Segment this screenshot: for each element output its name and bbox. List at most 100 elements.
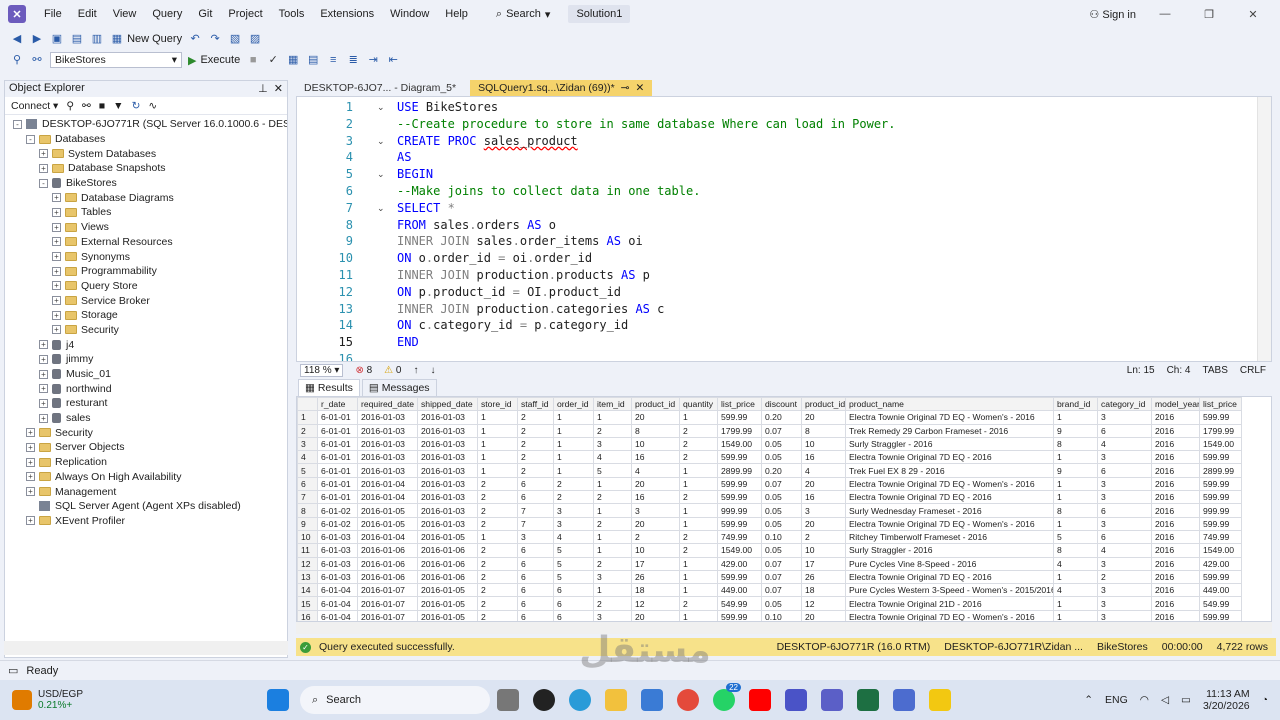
table-row[interactable]: 13 6-01-03 2016-01-06 2016-01-06 2 6 5 3 26 1 599.… bbox=[297, 569, 1242, 585]
table-cell[interactable]: 0.05 bbox=[761, 450, 802, 465]
table-row[interactable]: 12 6-01-03 2016-01-06 2016-01-06 2 6 5 2 17 1 429.… bbox=[297, 556, 1242, 571]
table-cell[interactable]: 1 bbox=[1053, 596, 1098, 611]
code-line[interactable]: --Create procedure to store in same data… bbox=[397, 117, 896, 131]
table-cell[interactable]: 2016-01-03 bbox=[357, 450, 418, 465]
tree-node[interactable]: + Music_01 bbox=[5, 367, 287, 382]
table-cell[interactable]: 2016-01-03 bbox=[417, 436, 478, 452]
table-cell[interactable]: 1 bbox=[477, 436, 518, 452]
filter-icon[interactable]: ▼ bbox=[113, 100, 123, 112]
clock[interactable]: 11:13 AM 3/20/2026 bbox=[1203, 688, 1250, 712]
table-cell[interactable]: 4 bbox=[631, 463, 680, 478]
row-number[interactable]: 9 bbox=[297, 516, 318, 531]
tab-sqlquery1[interactable]: SQLQuery1.sq...\Zidan (69))* ⊸ ✕ bbox=[470, 80, 653, 96]
collapse-icon[interactable]: - bbox=[39, 178, 48, 188]
column-header[interactable]: product_id bbox=[801, 397, 846, 412]
connect-icon[interactable]: ⚲ bbox=[10, 53, 24, 67]
expand-icon[interactable]: + bbox=[52, 310, 61, 320]
table-cell[interactable]: 2 bbox=[631, 529, 680, 545]
row-number[interactable]: 11 bbox=[297, 543, 318, 558]
table-cell[interactable]: 2899.99 bbox=[1199, 463, 1242, 478]
column-header[interactable]: product_name bbox=[845, 397, 1054, 412]
table-cell[interactable]: 3 bbox=[517, 529, 554, 545]
table-cell[interactable]: 6-01-01 bbox=[317, 423, 358, 438]
menu-extensions[interactable]: Extensions bbox=[312, 8, 382, 20]
expand-icon[interactable]: + bbox=[39, 340, 48, 350]
stock-widget[interactable]: USD/EGP 0.21%+ bbox=[0, 689, 260, 711]
results-text-icon[interactable]: ▤ bbox=[306, 53, 320, 67]
table-cell[interactable]: 2016-01-05 bbox=[417, 583, 478, 598]
tree-node[interactable]: - BikeStores bbox=[5, 176, 287, 191]
table-cell[interactable]: Electra Townie Original 7D EQ - 2016 bbox=[845, 450, 1054, 465]
redo-icon[interactable]: ↷ bbox=[208, 32, 222, 46]
table-cell[interactable]: 449.00 bbox=[1199, 583, 1242, 598]
table-cell[interactable]: 0.07 bbox=[761, 423, 802, 438]
row-number[interactable]: 10 bbox=[297, 529, 318, 545]
table-cell[interactable]: 9 bbox=[1053, 423, 1098, 438]
table-cell[interactable]: 1 bbox=[553, 436, 594, 452]
notification-icon[interactable]: ◔ bbox=[1262, 694, 1268, 706]
table-cell[interactable]: 0.07 bbox=[761, 556, 802, 571]
table-cell[interactable]: 3 bbox=[1097, 596, 1152, 611]
code-line[interactable]: SELECT * bbox=[397, 201, 455, 215]
row-number[interactable]: 1 bbox=[297, 410, 318, 425]
table-cell[interactable]: 20 bbox=[801, 410, 846, 425]
table-row[interactable]: 6 6-01-01 2016-01-04 2016-01-03 2 6 2 1 20 1 599.9… bbox=[297, 476, 1242, 492]
table-cell[interactable]: 2016 bbox=[1151, 423, 1200, 438]
down-arrow-icon[interactable]: ↓ bbox=[430, 365, 435, 376]
column-header[interactable]: item_id bbox=[593, 397, 632, 412]
table-cell[interactable]: 2 bbox=[477, 556, 518, 571]
table-cell[interactable]: 6 bbox=[517, 596, 554, 611]
menu-edit[interactable]: Edit bbox=[70, 8, 105, 20]
row-number[interactable]: 5 bbox=[297, 463, 318, 478]
table-cell[interactable]: 16 bbox=[801, 490, 846, 505]
table-cell[interactable]: 1549.00 bbox=[717, 543, 762, 558]
column-header[interactable]: list_price bbox=[717, 397, 762, 412]
tree-node[interactable]: + Server Objects bbox=[5, 440, 287, 455]
ssms-icon[interactable] bbox=[893, 689, 915, 711]
table-cell[interactable]: 2016-01-06 bbox=[357, 543, 418, 558]
table-cell[interactable]: 2016-01-03 bbox=[417, 516, 478, 531]
results-grid[interactable]: r_date required_date shipped_date store_id s… bbox=[296, 396, 1272, 622]
table-cell[interactable]: 10 bbox=[801, 436, 846, 452]
collapse-icon[interactable]: - bbox=[13, 119, 22, 129]
table-cell[interactable]: 5 bbox=[593, 463, 632, 478]
chrome-icon[interactable] bbox=[677, 689, 699, 711]
table-cell[interactable]: 6-01-04 bbox=[317, 583, 358, 598]
row-number[interactable]: 8 bbox=[297, 503, 318, 518]
table-row[interactable]: 11 6-01-03 2016-01-06 2016-01-06 2 6 5 1 10 2 1549… bbox=[297, 543, 1242, 558]
table-cell[interactable]: 2 bbox=[477, 503, 518, 518]
column-header[interactable]: product_id bbox=[631, 397, 680, 412]
table-cell[interactable]: 16 bbox=[801, 450, 846, 465]
row-number[interactable]: 16 bbox=[297, 609, 318, 621]
warning-count[interactable]: ⚠ 0 bbox=[384, 365, 401, 376]
table-cell[interactable]: 2016-01-04 bbox=[357, 476, 418, 492]
column-header[interactable]: brand_id bbox=[1053, 397, 1098, 412]
file-explorer-icon[interactable] bbox=[605, 689, 627, 711]
media-icon[interactable] bbox=[785, 689, 807, 711]
table-row[interactable]: 5 6-01-01 2016-01-03 2016-01-03 1 2 1 5 4 1 2899.9… bbox=[297, 463, 1242, 478]
tree-node[interactable]: + Synonyms bbox=[5, 249, 287, 264]
table-cell[interactable]: 0.05 bbox=[761, 503, 802, 518]
table-cell[interactable]: Electra Townie Original 7D EQ - Women's … bbox=[845, 609, 1054, 621]
table-cell[interactable]: 2 bbox=[679, 529, 718, 545]
table-cell[interactable]: 1 bbox=[593, 543, 632, 558]
table-cell[interactable]: 20 bbox=[631, 410, 680, 425]
code-line[interactable]: ON o.order_id = oi.order_id bbox=[397, 251, 592, 265]
table-row[interactable]: 4 6-01-01 2016-01-03 2016-01-03 1 2 1 4 16 2 599.9… bbox=[297, 450, 1242, 465]
table-cell[interactable]: 599.99 bbox=[1199, 490, 1242, 505]
table-cell[interactable]: 2016-01-03 bbox=[357, 463, 418, 478]
table-cell[interactable]: 1 bbox=[1053, 450, 1098, 465]
table-cell[interactable]: 6-01-03 bbox=[317, 569, 358, 585]
tree-node[interactable]: + Security bbox=[5, 425, 287, 440]
table-cell[interactable]: 1799.99 bbox=[1199, 423, 1242, 438]
table-cell[interactable]: 2 bbox=[593, 490, 632, 505]
tree-node[interactable]: - Databases bbox=[5, 132, 287, 147]
table-cell[interactable]: 2016-01-04 bbox=[357, 529, 418, 545]
table-row[interactable]: 8 6-01-02 2016-01-05 2016-01-03 2 7 3 1 3 1 999.99… bbox=[297, 503, 1242, 518]
tree-node[interactable]: + System Databases bbox=[5, 146, 287, 161]
table-cell[interactable]: 20 bbox=[801, 516, 846, 531]
table-cell[interactable]: 6-01-03 bbox=[317, 543, 358, 558]
table-cell[interactable]: 2 bbox=[477, 596, 518, 611]
table-cell[interactable]: 20 bbox=[631, 476, 680, 492]
table-cell[interactable]: 18 bbox=[801, 583, 846, 598]
